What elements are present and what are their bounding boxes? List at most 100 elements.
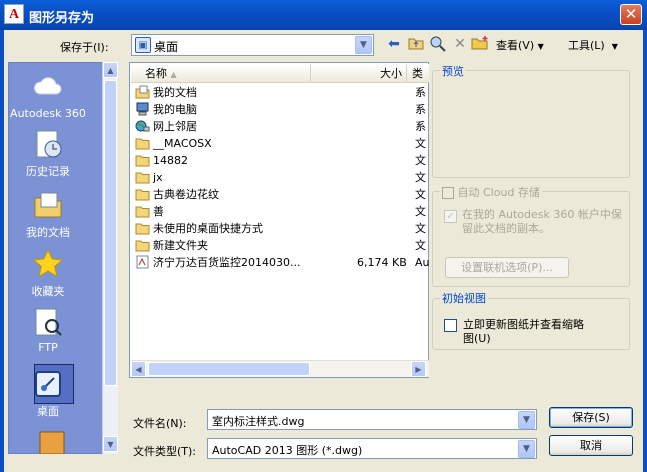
filename-value[interactable]: 室内标注样式.dwg <box>212 413 304 429</box>
save-in-dropdown[interactable]: ▣ 桌面 ▼ <box>131 34 374 56</box>
file-type: 文 <box>415 171 426 184</box>
filetype-value: AutoCAD 2013 图形 (*.dwg) <box>212 444 363 457</box>
keep-copy-checkbox[interactable]: ✓ <box>444 210 457 223</box>
back-arrow-icon[interactable]: ⬅ <box>384 35 404 55</box>
file-row[interactable]: 善文 <box>135 203 426 220</box>
place-desktop[interactable]: 桌面 <box>6 368 90 419</box>
file-row[interactable]: 古典卷边花纹 文 <box>135 186 426 203</box>
place-label: FTP <box>38 341 58 354</box>
dwg-file-icon <box>135 255 150 269</box>
filetype-select[interactable]: AutoCAD 2013 图形 (*.dwg) ▼ <box>207 438 537 459</box>
file-type: 系 <box>415 120 426 133</box>
hscroll-thumb[interactable] <box>148 362 310 376</box>
scroll-up-icon[interactable]: ▲ <box>103 62 118 78</box>
view-menu-label: 查看(V) <box>496 39 535 52</box>
scroll-right-icon[interactable]: ▶ <box>411 361 426 377</box>
cloud-storage-title: 自动 Cloud 存储 <box>440 184 542 200</box>
desktop-icon <box>32 368 64 400</box>
new-folder-icon[interactable] <box>470 35 490 55</box>
file-row[interactable]: __MACOSX 文 <box>135 135 426 152</box>
place-label: 我的文档 <box>26 226 70 239</box>
file-name: 古典卷边花纹 <box>153 188 219 201</box>
file-name: 14882 <box>153 154 188 167</box>
preview-group <box>432 70 630 178</box>
online-options-button[interactable]: 设置联机选项(P)... <box>445 257 569 278</box>
file-row[interactable]: 我的电脑 系 <box>135 101 426 118</box>
place-ftp[interactable]: FTP <box>6 306 90 354</box>
column-header-size[interactable]: 大小 <box>311 64 407 83</box>
delete-icon[interactable]: ✕ <box>450 35 470 55</box>
folder-icon <box>135 238 150 252</box>
save-in-label: 保存于(I): <box>60 41 109 54</box>
place-my-documents[interactable]: 我的文档 <box>6 189 90 240</box>
scroll-thumb[interactable] <box>104 80 117 386</box>
up-folder-icon[interactable] <box>406 35 426 55</box>
chevron-down-icon: ▼ <box>537 42 544 51</box>
place-label: 收藏夹 <box>31 285 65 298</box>
filename-input[interactable]: 室内标注样式.dwg ▼ <box>207 409 537 430</box>
close-icon: ✕ <box>624 5 638 23</box>
place-autodesk-360[interactable]: Autodesk 360 <box>6 72 90 120</box>
save-button[interactable]: 保存(S) <box>549 407 633 428</box>
file-list[interactable]: 名称 ▲ 大小 类 我的文档系我的电脑系网上邻居系 __MACOSX 文 14882 文… <box>129 62 430 378</box>
initial-view-title: 初始视图 <box>440 290 488 306</box>
cloud-checkbox-icon <box>442 187 454 199</box>
chevron-down-icon[interactable]: ▼ <box>518 440 535 458</box>
place-label: 桌面 <box>37 405 59 418</box>
folder-icon <box>135 204 150 218</box>
window-border-left <box>0 30 4 472</box>
search-web-icon[interactable] <box>428 35 448 55</box>
file-name: 新建文件夹 <box>153 239 208 252</box>
chevron-down-icon[interactable]: ▼ <box>355 36 372 54</box>
close-button[interactable]: ✕ <box>620 4 642 25</box>
chevron-down-icon: ▼ <box>611 42 618 51</box>
documents-icon <box>135 85 150 99</box>
file-row[interactable]: 网上邻居 系 <box>135 118 426 135</box>
file-name: 网上邻居 <box>153 120 197 133</box>
file-name: 济宁万达百货监控2014030... <box>153 256 301 269</box>
save-in-value: 桌面 <box>154 40 179 54</box>
file-type: 文 <box>415 137 426 150</box>
folder-icon <box>135 153 150 167</box>
autocad-app-icon: A <box>4 4 24 24</box>
filetype-label: 文件类型(T): <box>133 445 197 458</box>
file-list-hscrollbar[interactable]: ◀ ▶ <box>131 360 429 377</box>
file-row[interactable]: 我的文档 系 <box>135 84 426 101</box>
tools-menu-label: 工具(L) <box>568 39 605 52</box>
next-place-icon[interactable] <box>34 426 70 454</box>
update-thumbnail-label: 立即更新图纸并查看缩略图(U) <box>463 318 584 345</box>
view-menu[interactable]: 查看(V) ▼ <box>496 37 544 53</box>
folder-icon <box>135 170 150 184</box>
place-label: Autodesk 360 <box>10 107 86 120</box>
file-type: 系 <box>415 103 426 116</box>
folder-icon <box>135 187 150 201</box>
keep-copy-label: 在我的 Autodesk 360 帐户中保留此文档的副本。 <box>462 208 622 235</box>
column-header-type[interactable]: 类 <box>407 64 429 83</box>
file-row[interactable]: 新建文件夹 文 <box>135 237 426 254</box>
cancel-button[interactable]: 取消 <box>549 435 633 456</box>
cloud-icon <box>32 72 64 104</box>
scroll-left-icon[interactable]: ◀ <box>131 361 146 377</box>
sort-ascending-icon: ▲ <box>170 70 177 79</box>
places-scrollbar[interactable]: ▲ ▼ <box>102 62 118 454</box>
cloud-title-text: 自动 Cloud 存储 <box>457 186 540 199</box>
folder-icon <box>135 221 150 235</box>
file-name: 我的电脑 <box>153 103 197 116</box>
chevron-down-icon[interactable]: ▼ <box>518 411 535 429</box>
file-row[interactable]: jx 文 <box>135 169 426 186</box>
file-type: 文 <box>415 205 426 218</box>
file-row[interactable]: 14882 文 <box>135 152 426 169</box>
tools-menu[interactable]: 工具(L) ▼ <box>568 37 618 53</box>
favorites-star-icon <box>32 248 64 280</box>
file-row[interactable]: 未使用的桌面快捷方式 文 <box>135 220 426 237</box>
scroll-down-icon[interactable]: ▼ <box>103 436 118 452</box>
update-thumbnail-checkbox[interactable] <box>444 319 457 332</box>
column-header-name[interactable]: 名称 ▲ <box>131 64 311 83</box>
file-row[interactable]: 济宁万达百货监控2014030... 6,174 KB Au <box>135 254 430 271</box>
place-favorites[interactable]: 收藏夹 <box>6 248 90 299</box>
file-type: 文 <box>415 222 426 235</box>
place-history[interactable]: 历史记录 <box>6 128 90 179</box>
title-bar[interactable]: A 图形另存为 ✕ <box>0 0 647 30</box>
file-name: 我的文档 <box>153 86 197 99</box>
file-type: 文 <box>415 154 426 167</box>
